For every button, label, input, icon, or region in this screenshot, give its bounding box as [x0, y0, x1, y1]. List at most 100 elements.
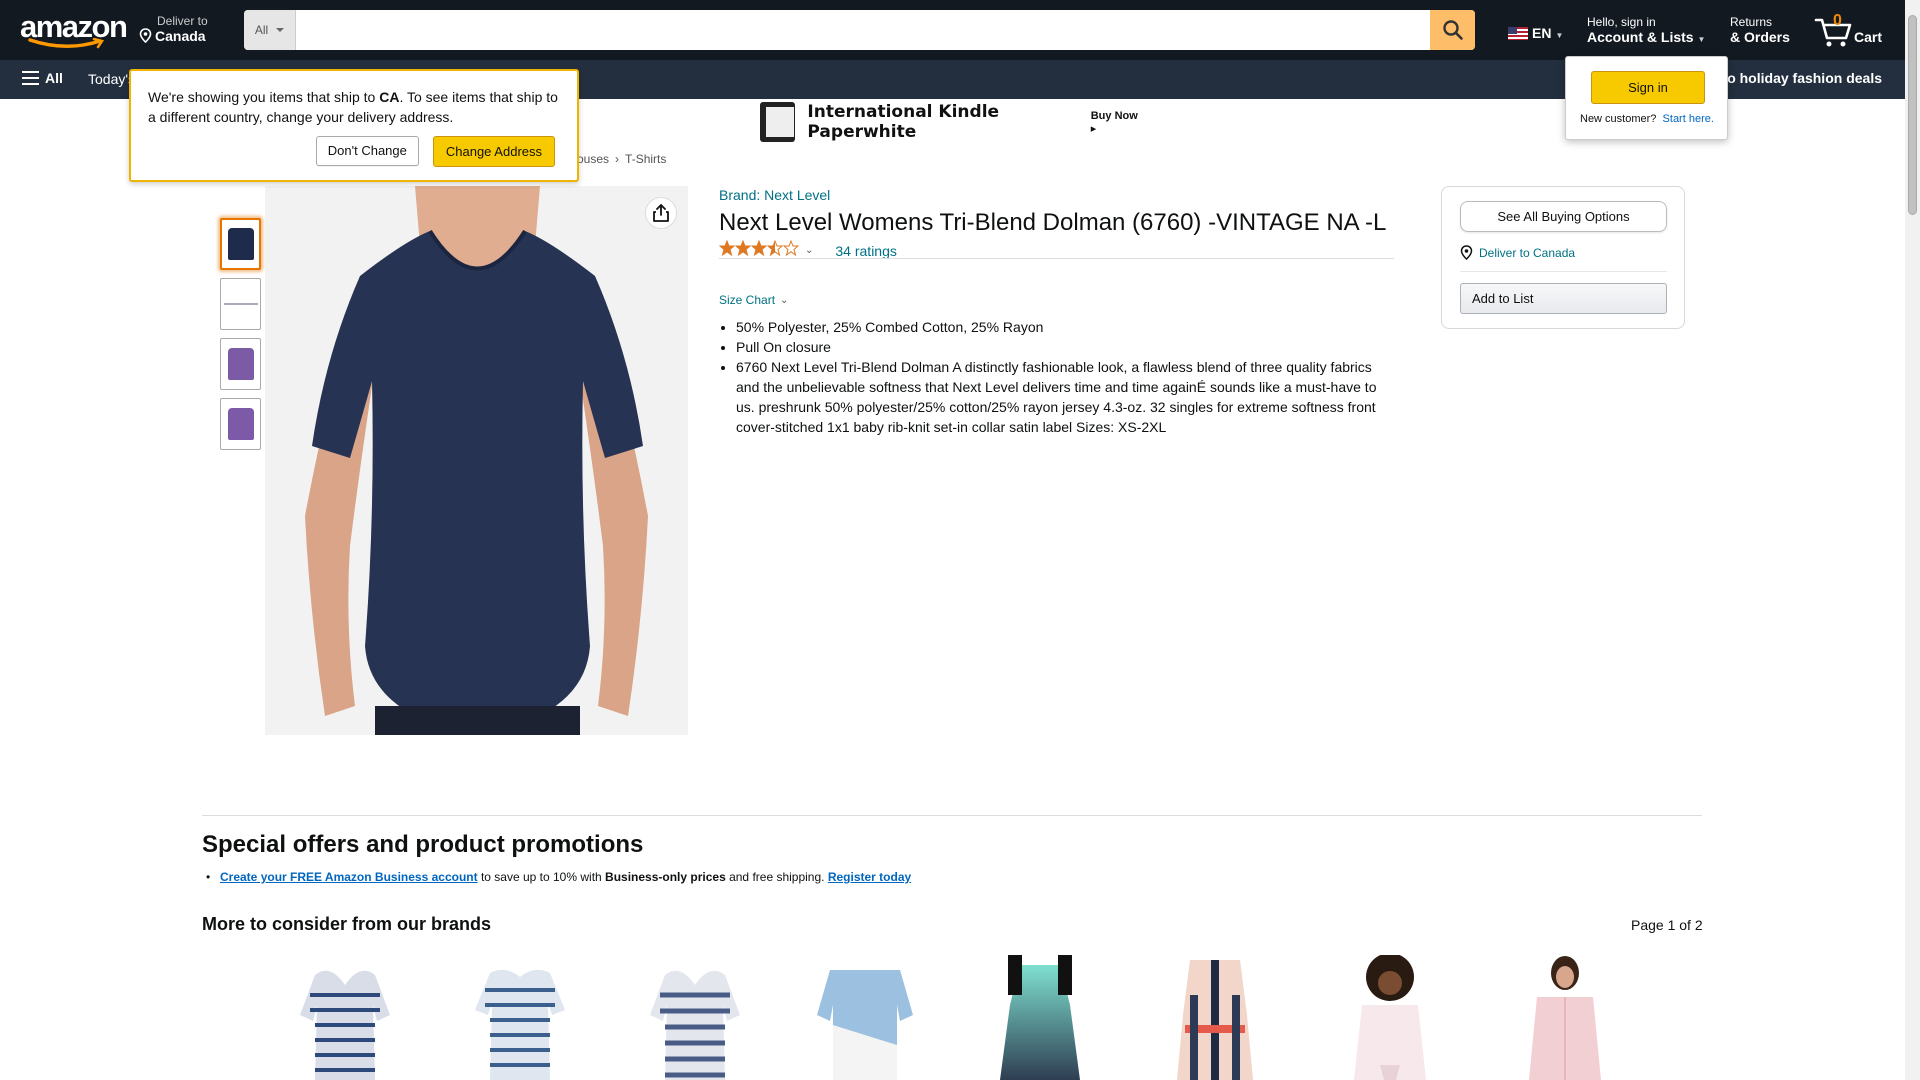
size-chart-thumb-image	[223, 303, 258, 305]
ship-text: We're showing you items that ship to	[148, 89, 380, 105]
deliver-country: Canada	[155, 27, 206, 44]
search-input[interactable]	[296, 10, 1430, 50]
image-thumbnails	[220, 218, 261, 458]
carousel-item[interactable]	[1515, 955, 1615, 1080]
thumbnail-1[interactable]	[220, 218, 261, 270]
feature-bullet: Pull On closure	[736, 337, 1384, 357]
banner-title: International Kindle Paperwhite	[807, 102, 1000, 142]
us-flag-icon	[1508, 26, 1528, 40]
change-address-button[interactable]: Change Address	[432, 136, 555, 167]
orders-label: & Orders	[1730, 29, 1790, 45]
cart-count: 0	[1833, 12, 1842, 29]
divider	[719, 258, 1394, 259]
deliver-to[interactable]: Deliver to Canada	[139, 14, 208, 44]
carousel-item[interactable]	[815, 955, 915, 1080]
divider	[1460, 271, 1667, 272]
search-icon	[1442, 20, 1463, 40]
offer-text: to save up to 10% with	[477, 870, 606, 884]
new-customer-row: New customer? Start here.	[1580, 113, 1714, 125]
cart-label: Cart	[1854, 29, 1883, 45]
add-to-list-button[interactable]: Add to List	[1460, 283, 1667, 314]
language-selector[interactable]: EN ▼	[1508, 25, 1563, 41]
kindle-banner[interactable]: International Kindle Paperwhite Buy Now …	[760, 101, 1140, 143]
tshirt-thumb-image	[227, 348, 254, 380]
deliver-to-canada-link[interactable]: Deliver to Canada	[1460, 245, 1575, 260]
thumbnail-4[interactable]	[220, 398, 261, 450]
offer-item: Create your FREE Amazon Business account…	[206, 870, 911, 884]
account-lists-label: Account & Lists	[1587, 29, 1694, 45]
account-lists[interactable]: Hello, sign in Account & Lists ▼	[1587, 15, 1705, 47]
breadcrumb-item[interactable]: ouses	[577, 152, 609, 166]
tshirt-thumb-image	[227, 408, 254, 440]
thumbnail-2[interactable]	[220, 278, 261, 330]
offer-bold: Business-only prices	[605, 870, 726, 884]
offer-text: and free shipping.	[725, 870, 828, 884]
ship-to-popover: We're showing you items that ship to CA.…	[129, 69, 579, 182]
deliver-label: Deliver to Canada	[1479, 245, 1576, 260]
product-title: Next Level Womens Tri-Blend Dolman (6760…	[719, 209, 1387, 236]
product-photo	[265, 186, 688, 735]
ratings-count-link[interactable]: 34 ratings	[835, 243, 896, 259]
register-today-link[interactable]: Register today	[828, 870, 911, 884]
buy-box: See All Buying Options Deliver to Canada…	[1441, 186, 1685, 329]
search-bar: All	[244, 10, 1475, 50]
returns-orders[interactable]: Returns & Orders	[1730, 15, 1790, 45]
search-category-dropdown[interactable]: All	[244, 10, 296, 50]
carousel-item[interactable]	[990, 955, 1090, 1080]
ship-to-message: We're showing you items that ship to CA.…	[148, 87, 560, 127]
caret-down-icon: ▼	[1697, 35, 1706, 44]
search-button[interactable]	[1430, 10, 1475, 50]
todays-deals-link[interactable]: Today's	[88, 71, 135, 87]
breadcrumb-separator: ›	[615, 152, 620, 166]
sign-in-button[interactable]: Sign in	[1591, 71, 1705, 104]
share-icon	[653, 204, 669, 222]
search-category-label: All	[254, 23, 269, 37]
chevron-down-icon: ⌄	[780, 294, 789, 306]
scrollbar-thumb[interactable]	[1908, 15, 1917, 215]
ship-country: CA	[379, 89, 400, 105]
deliver-label: Deliver to	[157, 14, 208, 28]
main-product-image[interactable]	[265, 186, 688, 735]
cart-button[interactable]: 0 Cart	[1814, 12, 1889, 48]
new-customer-label: New customer?	[1580, 113, 1657, 125]
section-divider	[202, 815, 1702, 816]
vertical-scrollbar[interactable]	[1905, 0, 1920, 1080]
all-menu-button[interactable]: All	[22, 70, 63, 86]
holiday-deals-link[interactable]: o holiday fashion deals	[1727, 70, 1882, 86]
dont-change-button[interactable]: Don't Change	[315, 136, 419, 166]
feature-bullet: 6760 Next Level Tri-Blend Dolman A disti…	[736, 357, 1384, 437]
account-greeting: Hello, sign in	[1587, 15, 1656, 29]
location-pin-icon	[1460, 245, 1473, 260]
more-brands-title: More to consider from our brands	[202, 914, 492, 934]
language-label: EN	[1532, 25, 1552, 41]
brands-carousel	[285, 955, 1665, 1080]
offers-title: Special offers and product promotions	[202, 831, 644, 858]
business-account-link[interactable]: Create your FREE Amazon Business account	[220, 870, 478, 884]
banner-buy-now: Buy Now ▸	[1090, 109, 1138, 135]
carousel-item[interactable]	[645, 955, 745, 1080]
signin-popover: Sign in New customer? Start here.	[1565, 56, 1728, 140]
caret-down-icon	[276, 28, 285, 32]
kindle-device-icon	[760, 102, 796, 142]
breadcrumb: ouses › T-Shirts	[577, 152, 666, 166]
share-button[interactable]	[645, 197, 677, 229]
size-chart-link[interactable]: Size Chart ⌄	[719, 293, 788, 307]
feature-bullets: 50% Polyester, 25% Combed Cotton, 25% Ra…	[736, 317, 1384, 437]
chevron-down-icon[interactable]: ⌄	[805, 245, 813, 256]
top-nav: amazon Deliver to Canada All EN ▼ Hello,…	[0, 0, 1905, 60]
carousel-item[interactable]	[1165, 955, 1265, 1080]
carousel-page-indicator: Page 1 of 2	[1631, 917, 1703, 933]
brand-link[interactable]: Brand: Next Level	[719, 187, 830, 203]
feature-bullet: 50% Polyester, 25% Combed Cotton, 25% Ra…	[736, 317, 1384, 337]
breadcrumb-item[interactable]: T-Shirts	[625, 152, 666, 166]
carousel-item[interactable]	[1340, 955, 1440, 1080]
start-here-link[interactable]: Start here.	[1663, 113, 1714, 125]
caret-down-icon: ▼	[1555, 31, 1564, 40]
amazon-logo[interactable]: amazon	[20, 9, 128, 49]
location-pin-icon	[139, 28, 152, 43]
carousel-item[interactable]	[470, 955, 570, 1080]
carousel-item[interactable]	[295, 955, 395, 1080]
thumbnail-3[interactable]	[220, 338, 261, 390]
see-all-buying-options-button[interactable]: See All Buying Options	[1460, 201, 1667, 232]
all-label: All	[45, 70, 63, 86]
